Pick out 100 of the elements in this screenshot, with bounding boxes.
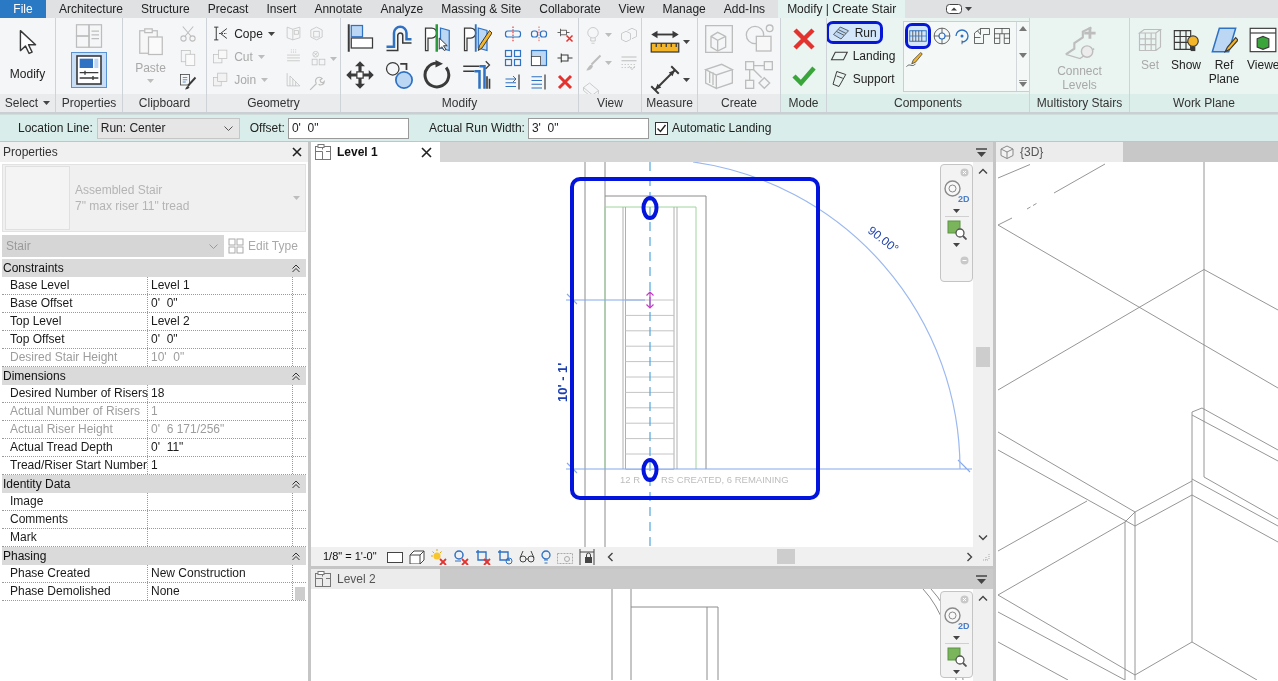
crop-region-icon[interactable] — [496, 548, 513, 565]
cancel-x-icon[interactable] — [791, 27, 816, 51]
ribbon-tab[interactable]: Structure — [132, 0, 199, 18]
ribbon-tab[interactable]: Massing & Site — [432, 0, 531, 18]
scale-icon[interactable] — [530, 49, 548, 67]
zoom-icon[interactable] — [946, 647, 967, 667]
property-value-field[interactable]: Level 1 — [148, 277, 293, 294]
property-value-field[interactable]: Level 2 — [148, 313, 293, 330]
property-value-field[interactable]: 0' 11" — [148, 439, 293, 456]
lock-bracket-icon[interactable] — [578, 548, 595, 565]
landing-button[interactable]: Landing — [827, 44, 900, 67]
group-header[interactable]: Phasing — [2, 547, 47, 565]
ribbon-tab[interactable]: Manage — [653, 0, 715, 18]
tab-menu-icon[interactable] — [976, 147, 987, 157]
double-arrow-icon[interactable] — [645, 291, 655, 309]
property-value-field[interactable]: 1 — [148, 457, 293, 474]
property-value-field[interactable]: 0' 0" — [148, 295, 293, 312]
offset-icon[interactable] — [384, 23, 414, 53]
glasses-icon[interactable] — [518, 549, 535, 564]
run-width-field[interactable]: 3' 0" — [527, 117, 649, 139]
ribbon-tab[interactable]: View — [609, 0, 654, 18]
expand-gallery-icon[interactable] — [1019, 80, 1028, 87]
trim-extend-icon[interactable] — [504, 73, 522, 91]
collapse-icon[interactable] — [292, 263, 300, 273]
copy-circles-icon[interactable] — [384, 60, 414, 90]
vertical-scrollbar[interactable] — [973, 162, 993, 547]
zoom-icon[interactable] — [946, 220, 967, 240]
ref-plane-button[interactable]: Ref Plane — [1206, 22, 1243, 88]
horizontal-scrollbar[interactable] — [606, 547, 973, 566]
shadows-x-icon[interactable] — [452, 548, 469, 565]
vertical-scrollbar[interactable] — [973, 589, 993, 681]
scroll-down-icon[interactable] — [1019, 53, 1028, 58]
checkbox-label[interactable]: Automatic Landing — [671, 119, 772, 137]
cube-icon[interactable] — [408, 549, 425, 564]
stair-shape-button[interactable] — [905, 23, 932, 49]
modify-button[interactable]: Modify — [6, 25, 49, 83]
run-button[interactable]: Run — [827, 21, 883, 44]
mirror-draw-axis-icon[interactable] — [462, 23, 492, 53]
detail-level-icon[interactable] — [386, 549, 403, 564]
align-icon[interactable] — [345, 23, 375, 53]
property-value-field[interactable]: 0' 0" — [148, 331, 293, 348]
array-grid-icon[interactable] — [504, 49, 522, 67]
scroll-thumb[interactable] — [976, 347, 990, 367]
ribbon-tab[interactable]: Insert — [257, 0, 306, 18]
scroll-up-icon[interactable] — [1019, 26, 1028, 31]
ribbon-tab[interactable]: Analyze — [371, 0, 433, 18]
scroll-right-icon[interactable] — [966, 551, 973, 562]
document-tab[interactable]: Level 2 — [311, 569, 440, 589]
location-line-dropdown[interactable]: Run: Center — [96, 117, 240, 139]
sun-x-icon[interactable] — [430, 548, 447, 565]
ribbon-tab[interactable]: Precast — [198, 0, 258, 18]
l-winder-stair-icon[interactable] — [973, 27, 992, 45]
scroll-left-icon[interactable] — [606, 551, 613, 562]
collapse-icon[interactable] — [292, 551, 300, 561]
collapse-icon[interactable] — [292, 479, 300, 489]
document-tab[interactable]: Level 1 — [311, 142, 440, 162]
trim-extend-multiple-icon[interactable] — [530, 73, 548, 91]
document-tab[interactable]: {3D} — [996, 142, 1123, 162]
offset-field[interactable]: 0' 0" — [287, 117, 409, 139]
paintbrush-icon[interactable] — [178, 73, 197, 91]
scroll-down-icon[interactable] — [978, 535, 988, 541]
move-arrows-icon[interactable] — [345, 60, 375, 90]
ribbon-tab[interactable]: Annotate — [305, 0, 372, 18]
close-icon[interactable] — [292, 147, 302, 157]
trim-corner-icon[interactable] — [462, 60, 492, 90]
ribbon-tab[interactable]: Add-Ins — [714, 0, 775, 18]
properties-button[interactable] — [71, 52, 107, 88]
steering-wheel-icon[interactable] — [944, 180, 961, 197]
split-gap-icon[interactable] — [530, 25, 548, 43]
mirror-pick-axis-icon[interactable] — [423, 23, 453, 53]
scroll-thumb[interactable] — [295, 587, 305, 600]
ribbon-tab[interactable]: Modify | Create Stair — [778, 0, 906, 18]
checkbox[interactable] — [654, 121, 668, 135]
collapse-icon[interactable] — [292, 371, 300, 381]
split-element-icon[interactable] — [504, 25, 522, 43]
close-icon[interactable] — [421, 146, 432, 158]
spiral-center-icon[interactable] — [953, 27, 972, 45]
spiral-stair-icon[interactable] — [933, 27, 952, 45]
crop-x-icon[interactable] — [474, 548, 491, 565]
ribbon-tab[interactable]: Architecture — [50, 0, 133, 18]
property-value-field[interactable]: New Construction — [148, 565, 293, 582]
cope-button[interactable]: Cope — [208, 22, 279, 45]
support-button[interactable]: Support — [827, 67, 899, 90]
property-value-field[interactable]: None — [148, 583, 293, 600]
scroll-up-icon[interactable] — [978, 595, 988, 601]
show-button[interactable]: Show — [1169, 22, 1204, 88]
sketch-pencil-icon[interactable] — [905, 51, 924, 69]
ribbon-tab[interactable]: File — [0, 0, 46, 18]
view-scale-button[interactable]: 1/8" = 1'-0" — [323, 548, 377, 565]
scroll-up-icon[interactable] — [978, 168, 988, 174]
rotate-icon[interactable] — [423, 60, 453, 90]
delete-icon[interactable] — [556, 73, 574, 91]
lightbulb-icon[interactable] — [540, 549, 551, 564]
property-value-field[interactable]: 18 — [148, 385, 293, 402]
steering-wheel-icon[interactable] — [944, 607, 961, 624]
tab-menu-icon[interactable] — [976, 574, 987, 584]
scroll-thumb[interactable] — [776, 549, 795, 564]
u-winder-stair-icon[interactable] — [993, 27, 1012, 45]
ribbon-tab[interactable]: Collaborate — [530, 0, 610, 18]
property-name: Actual Number of Risers — [2, 403, 148, 420]
